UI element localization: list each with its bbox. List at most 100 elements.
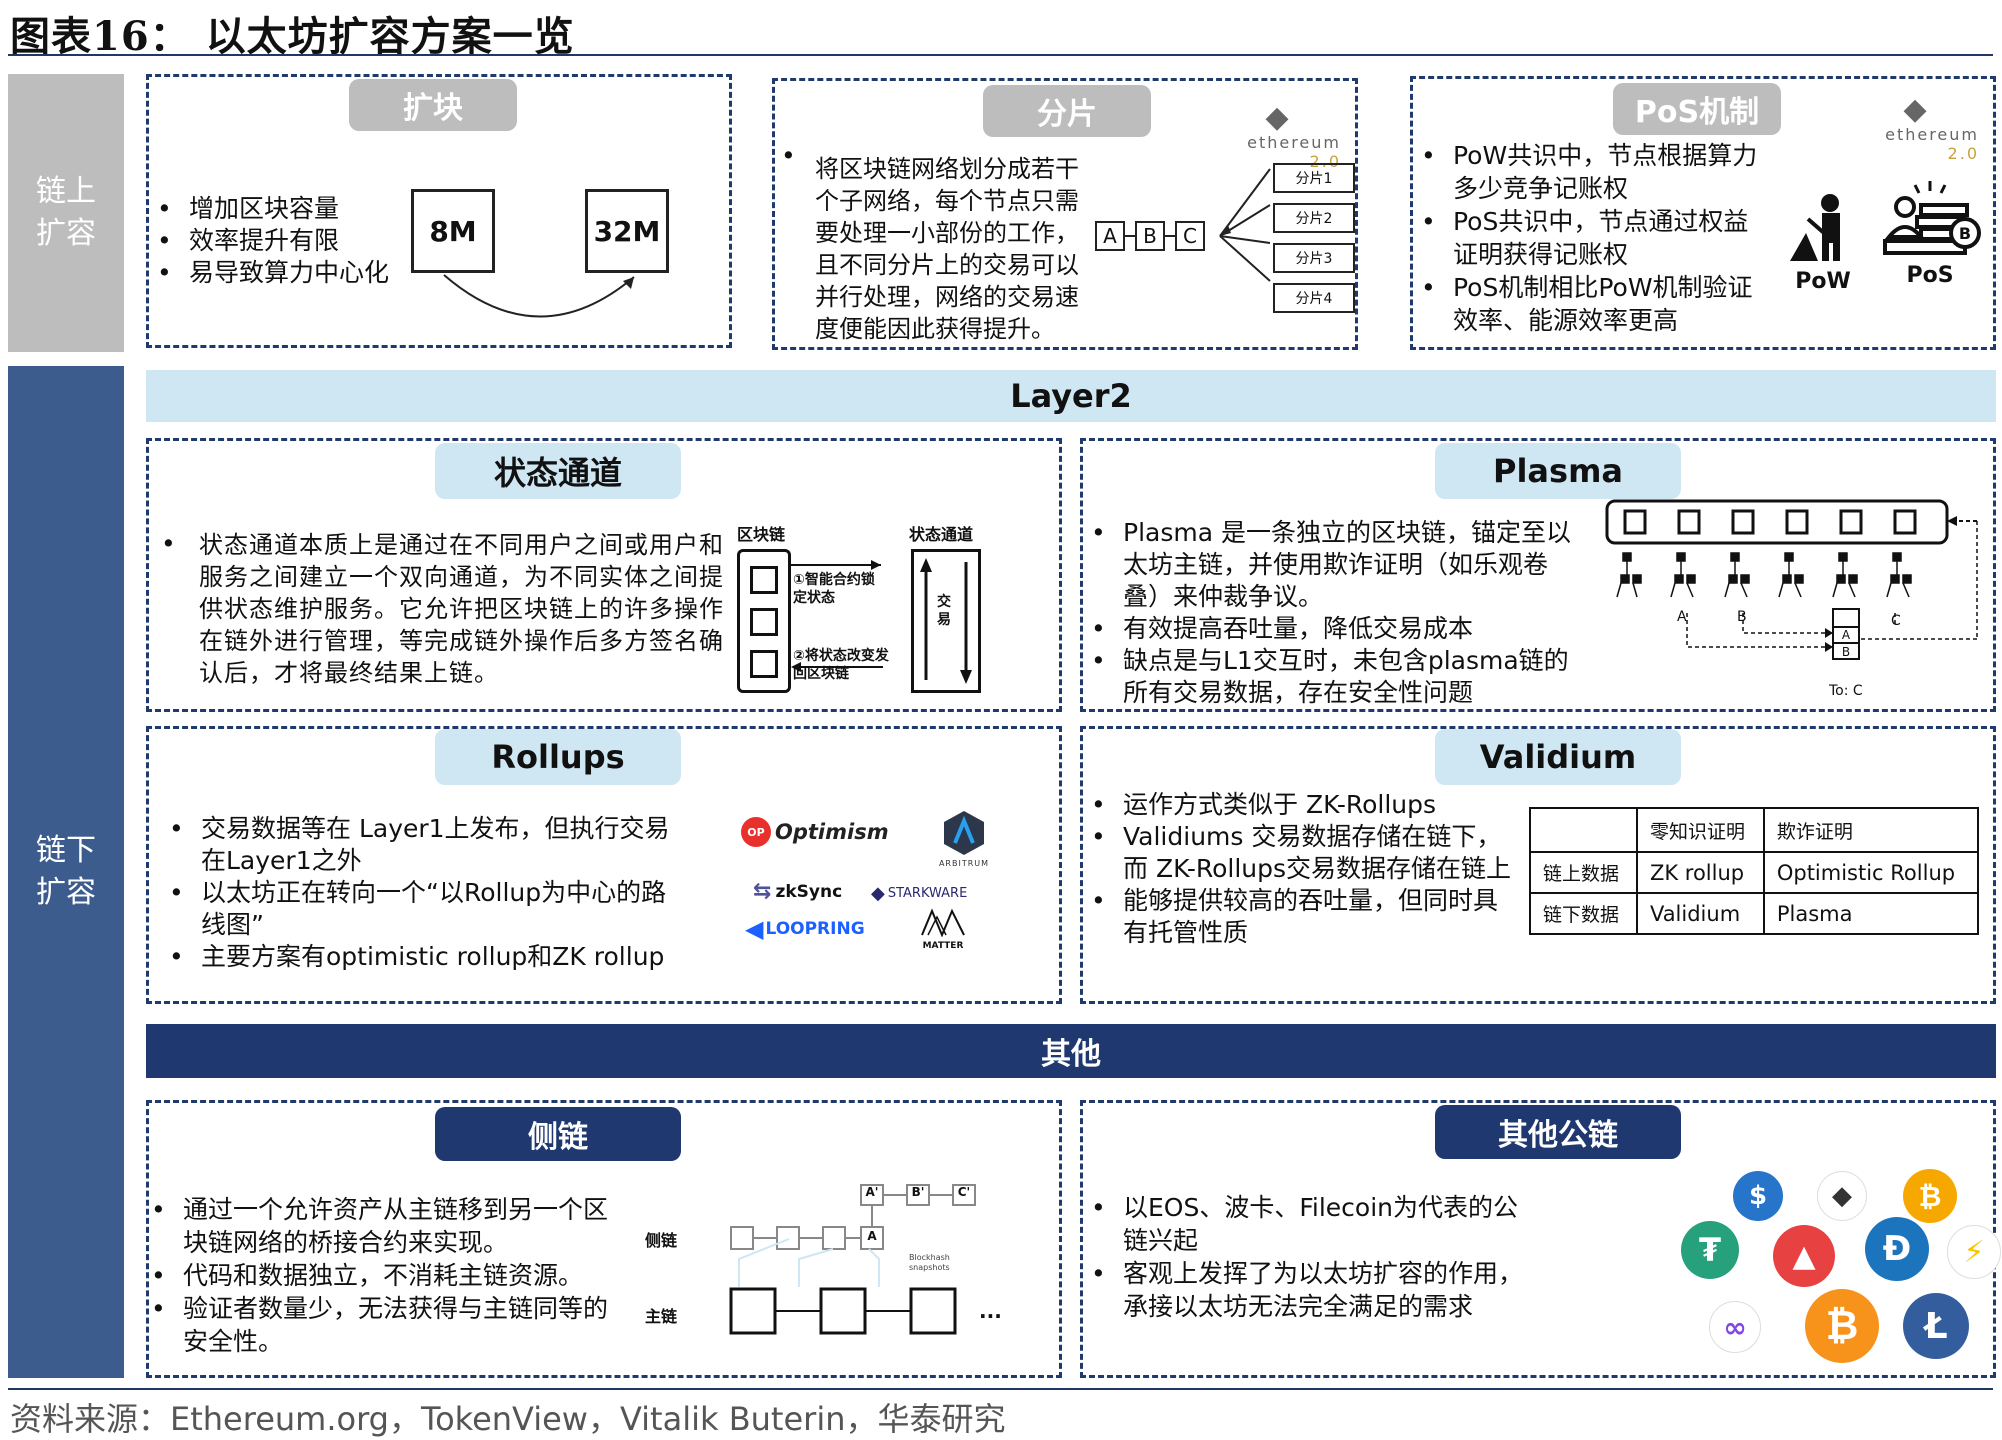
plasma-panel: Plasma Plasma 是一条独立的区块链，锚定至以太坊主链，并使用欺诈证明… — [1080, 438, 1996, 712]
table-cell: ZK rollup — [1635, 851, 1765, 894]
block-icon — [750, 608, 778, 636]
table-cell: 零知识证明 — [1635, 807, 1765, 853]
text-line: 且不同分片上的交易可以 — [815, 251, 1079, 279]
list-item: 增加区块容量 — [149, 193, 429, 225]
loopring-icon: ◀ — [745, 915, 764, 943]
shard-text: 将区块链网络划分成若干 个子网络，每个节点只需 要处理一小部份的工作， 且不同分… — [815, 153, 1125, 345]
table-cell: 链下数据 — [1529, 892, 1638, 935]
sidechain-panel: 侧链 通过一个允许资产从主链移到另一个区块链网络的桥接合约来实现。 代码和数据独… — [146, 1100, 1062, 1378]
list-item: 效率提升有限 — [149, 225, 429, 257]
ethereum-diamond-icon: ◆ — [1903, 92, 1929, 127]
shard-box: 分片2 — [1273, 203, 1355, 233]
pow-figure: PoW — [1783, 189, 1863, 294]
optimism-logo: OP Optimism — [741, 817, 889, 847]
list-item: PoS共识中，节点通过权益证明获得记账权 — [1413, 205, 1763, 271]
shard-box: 分片1 — [1273, 163, 1355, 193]
text-line: 要处理一小部份的工作， — [815, 219, 1079, 247]
litecoin-icon: Ł — [1903, 1293, 1969, 1359]
title-divider — [8, 54, 1993, 56]
usdc-icon: $ — [1733, 1171, 1783, 1221]
label-mainchain: 主链 — [645, 1307, 678, 1326]
ethereum-logo: ◆ ethereum 2.0 — [1215, 100, 1341, 172]
ethereum-logo-version: 2.0 — [1947, 144, 1979, 163]
list-item: 运作方式类似于 ZK-Rollups — [1083, 789, 1519, 821]
side-label-onchain-text: 链上 扩容 — [36, 174, 96, 251]
svg-text:B: B — [1959, 224, 1971, 243]
list-item: 能够提供较高的吞吐量，但同时具有托管性质 — [1083, 885, 1519, 949]
pos-bullets: PoW共识中，节点根据算力多少竞争记账权 PoS共识中，节点通过权益证明获得记账… — [1413, 139, 1763, 337]
miner-icon — [1790, 194, 1840, 261]
zksync-logo: ⇆ zkSync — [753, 879, 842, 904]
plasma-to-label: To: C — [1829, 683, 1863, 699]
other-chains-panel: 其他公链 以EOS、波卡、Filecoin为代表的公链兴起 客观上发挥了为以太坊… — [1080, 1100, 2001, 1378]
plasma-label-b: B — [1737, 609, 1747, 625]
step-2: ②将状态改变发回区块链 — [793, 648, 889, 682]
validium-panel: Validium 运作方式类似于 ZK-Rollups Validiums 交易… — [1080, 726, 1996, 1004]
list-item: 验证者数量少，无法获得与主链同等的安全性。 — [143, 1292, 623, 1358]
avalanche-icon: ▲ — [1773, 1225, 1835, 1287]
rollups-title: Rollups — [435, 729, 681, 785]
pos-panel: PoS机制 PoW共识中，节点根据算力多少竞争记账权 PoS共识中，节点通过权益… — [1410, 76, 1996, 350]
optimism-icon: OP — [741, 817, 771, 847]
arbitrum-icon — [944, 811, 984, 855]
rollups-bullets: 交易数据等在 Layer1上发布，但执行交易在Layer1之外 以太坊正在转向一… — [161, 813, 681, 973]
loopring-logo: ◀ LOOPRING — [745, 915, 865, 943]
loopring-text: LOOPRING — [765, 919, 865, 939]
matter-text: MATTER — [922, 941, 964, 951]
pos-figure: B PoS — [1875, 175, 1985, 288]
list-item: PoW共识中，节点根据算力多少竞争记账权 — [1413, 139, 1763, 205]
table-cell: 欺诈证明 — [1762, 807, 1980, 853]
side-label-offchain-text: 链下 扩容 — [36, 833, 96, 910]
optimism-text: Optimism — [775, 820, 889, 844]
list-item: 有效提高吞吐量，降低交易成本 — [1083, 613, 1573, 645]
table-row: 链下数据 Validium Plasma — [1529, 892, 1980, 935]
side-block-c-prime: C' — [957, 1185, 971, 1199]
list-item: 以EOS、波卡、Filecoin为代表的公链兴起 — [1083, 1191, 1523, 1257]
table-cell: Optimistic Rollup — [1762, 851, 1980, 894]
source-divider — [8, 1388, 1993, 1390]
other-chains-title: 其他公链 — [1435, 1105, 1681, 1159]
bat-icon: ₿ — [1903, 1169, 1957, 1223]
chain-block: C — [1175, 221, 1205, 251]
table-cell — [1529, 807, 1638, 853]
validium-title: Validium — [1435, 729, 1681, 785]
ethereum-diamond-icon: ◆ — [1265, 100, 1291, 135]
text-line: 度便能因此获得提升。 — [815, 315, 1055, 343]
expand-bullets: 增加区块容量 效率提升有限 易导致算力中心化 — [149, 193, 429, 289]
matter-icon — [921, 908, 965, 938]
step-1: ①智能合约锁定状态 — [793, 572, 875, 606]
chain-block: A — [1095, 221, 1125, 251]
coin-cluster: $ ◆ ₿ ₮ ▲ Đ ⚡ ∞ ₿ Ł — [1583, 1163, 2001, 1373]
table-row: 链上数据 ZK rollup Optimistic Rollup — [1529, 851, 1980, 894]
chain-block: B — [1135, 221, 1165, 251]
label-chain: 区块链 — [737, 525, 786, 544]
plasma-title: Plasma — [1435, 443, 1681, 499]
shard-box: 分片4 — [1273, 283, 1355, 313]
side-block-a: A — [867, 1229, 877, 1243]
validium-table: 零知识证明 欺诈证明 链上数据 ZK rollup Optimistic Rol… — [1529, 807, 1980, 935]
ethereum-logo-text: ethereum — [1885, 125, 1979, 144]
list-item: Plasma 是一条独立的区块链，锚定至以太坊主链，并使用欺诈证明（如乐观卷叠）… — [1083, 517, 1573, 613]
list-item: 通过一个允许资产从主链移到另一个区块链网络的桥接合约来实现。 — [143, 1193, 623, 1259]
plasma-diagram — [1605, 499, 1978, 660]
list-item: 客观上发挥了为以太坊扩容的作用，承接以太坊无法完全满足的需求 — [1083, 1257, 1523, 1323]
state-channel-panel: 状态通道 • 状态通道本质上是通过在不同用户之间或用户和服务之间建立一个双向通道… — [146, 438, 1062, 712]
more-dots: ... — [979, 1299, 1002, 1323]
side-block-b-prime: B' — [911, 1185, 925, 1199]
text-line: 将区块链网络划分成若干 — [815, 155, 1079, 183]
block-size-8m: 8M — [411, 189, 495, 273]
expand-title: 扩块 — [349, 79, 517, 131]
stack-block: A — [1841, 628, 1851, 642]
block-icon — [750, 566, 778, 594]
dash-icon: Đ — [1865, 1217, 1929, 1281]
label-channel: 状态通道 — [909, 525, 974, 544]
table-cell: Validium — [1635, 892, 1765, 935]
blockchain-column — [737, 549, 791, 693]
tether-icon: ₮ — [1681, 1221, 1739, 1279]
plasma-stack: A B — [1833, 627, 1859, 661]
others-bar: 其他 — [146, 1024, 1996, 1078]
other-chains-bullets: 以EOS、波卡、Filecoin为代表的公链兴起 客观上发挥了为以太坊扩容的作用… — [1083, 1191, 1523, 1323]
bolt-icon: ⚡ — [1947, 1225, 2001, 1279]
starkware-text: STARKWARE — [887, 886, 968, 901]
table-cell: 链上数据 — [1529, 851, 1638, 894]
